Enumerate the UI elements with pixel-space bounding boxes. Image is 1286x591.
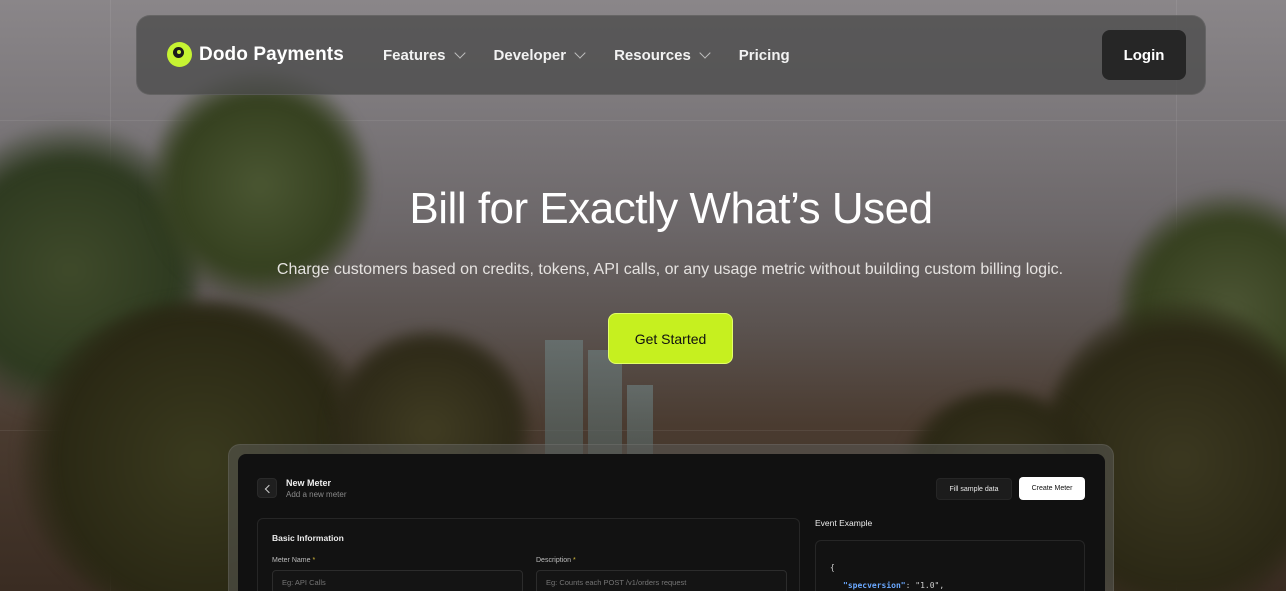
app-preview: New Meter Add a new meter Fill sample da… <box>238 454 1105 591</box>
description-label: Description * <box>536 557 576 564</box>
preview-page-subtitle: Add a new meter <box>286 490 347 499</box>
chevron-down-icon <box>453 47 466 59</box>
code-value: : "1.0", <box>905 581 945 590</box>
nav-item-label: Resources <box>614 47 691 64</box>
nav-item-features[interactable]: Features <box>383 47 466 64</box>
code-line: "specversion": "1.0", <box>830 577 1084 591</box>
nav-item-label: Developer <box>493 47 567 64</box>
code-key: "specversion" <box>843 581 906 590</box>
login-button[interactable]: Login <box>1102 30 1186 80</box>
required-mark: * <box>312 557 316 564</box>
meter-name-input[interactable] <box>272 570 523 591</box>
nav-item-label: Features <box>383 47 446 64</box>
hero-title: Bill for Exactly What’s Used <box>409 184 933 233</box>
fill-sample-data-button[interactable]: Fill sample data <box>936 478 1012 500</box>
meter-name-label: Meter Name * <box>272 557 315 564</box>
brand-logo[interactable]: Dodo Payments <box>167 42 344 67</box>
basic-information-card: Basic Information Meter Name * Descripti… <box>257 518 800 591</box>
create-meter-button[interactable]: Create Meter <box>1019 477 1085 500</box>
required-mark: * <box>572 557 576 564</box>
back-arrow-icon[interactable] <box>257 478 277 498</box>
code-line: { <box>830 563 835 572</box>
navbar: Dodo Payments Features Developer Resourc… <box>136 15 1206 95</box>
brand-name: Dodo Payments <box>199 43 344 65</box>
field-label-text: Description <box>536 557 572 564</box>
hero-subtitle: Charge customers based on credits, token… <box>276 261 1064 278</box>
nav-item-resources[interactable]: Resources <box>614 47 711 64</box>
nav-item-pricing[interactable]: Pricing <box>739 47 790 64</box>
nav-item-developer[interactable]: Developer <box>493 47 586 64</box>
dodo-logo-icon <box>167 42 192 67</box>
chevron-down-icon <box>699 47 711 59</box>
description-input[interactable] <box>536 570 787 591</box>
preview-page-title: New Meter <box>286 478 332 488</box>
nav-menu: Features Developer Resources Pricing <box>383 47 820 64</box>
field-label-text: Meter Name <box>272 557 311 564</box>
event-example-code: { "specversion": "1.0", <box>815 540 1085 591</box>
chevron-down-icon <box>574 47 586 59</box>
get-started-button[interactable]: Get Started <box>608 313 733 364</box>
event-example-label: Event Example <box>815 518 873 528</box>
nav-item-label: Pricing <box>738 47 790 64</box>
section-title: Basic Information <box>272 533 344 543</box>
